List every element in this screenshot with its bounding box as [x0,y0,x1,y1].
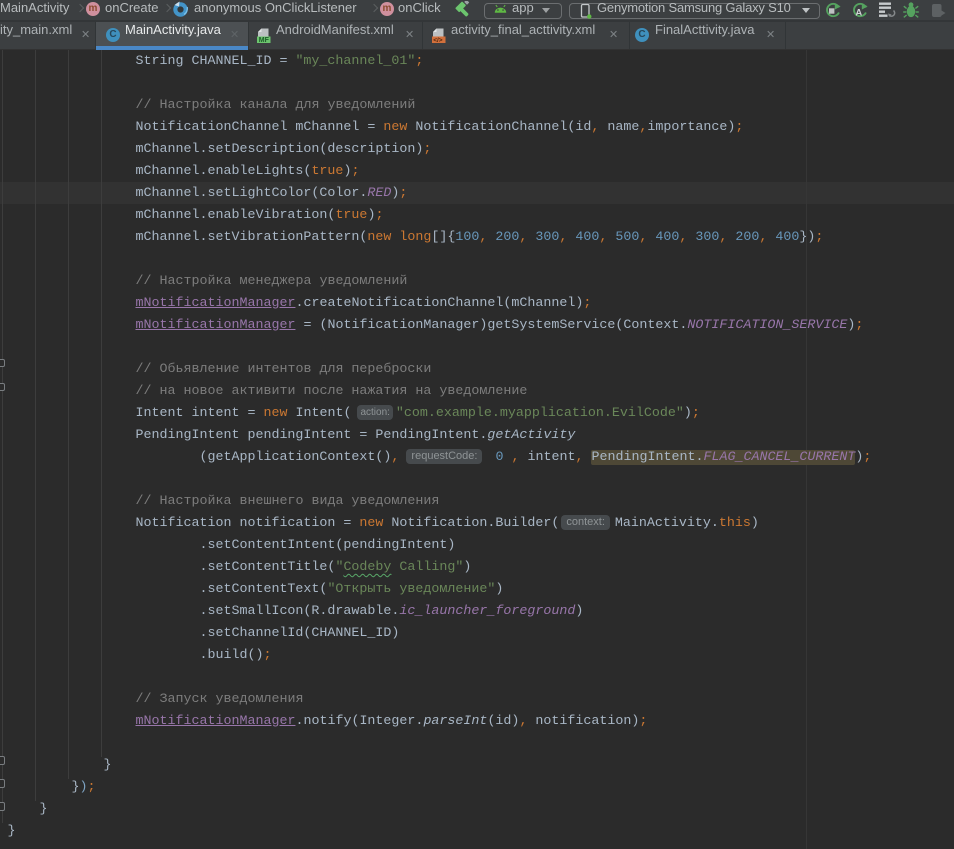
svg-text:MF: MF [259,37,270,44]
svg-text:</>: </> [433,37,443,44]
svg-text:A: A [855,8,862,19]
